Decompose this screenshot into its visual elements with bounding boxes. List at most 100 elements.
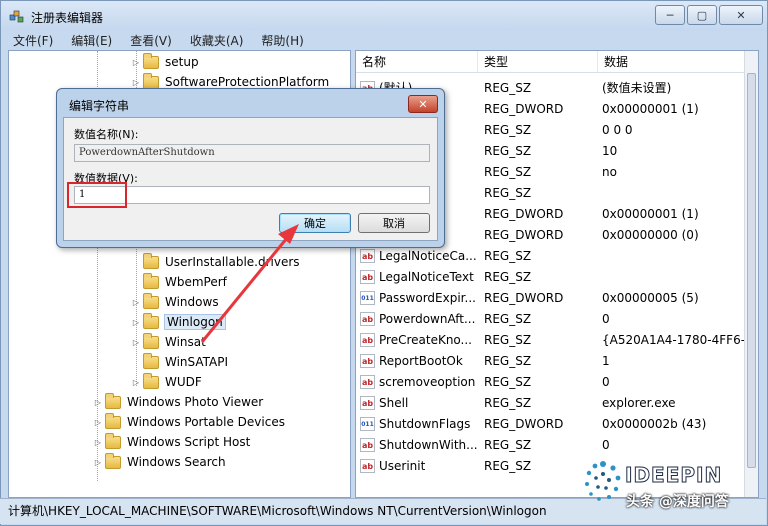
value-row[interactable]: ab ShutdownWith... REG_SZ 0 [356, 434, 758, 455]
value-row[interactable]: ab ReportBootOk REG_SZ 1 [356, 350, 758, 371]
value-type: REG_SZ [484, 122, 532, 137]
scrollbar-thumb[interactable] [747, 73, 756, 468]
highlight-box [67, 182, 127, 208]
tree-item-setup[interactable]: ▷ setup [131, 52, 199, 72]
dword-value-icon: 011 [360, 416, 375, 431]
minimize-button[interactable]: ─ [655, 5, 685, 25]
folder-icon [143, 272, 159, 289]
tree-item-winlogon[interactable]: ▷ Winlogon [131, 312, 226, 332]
menu-edit[interactable]: 编辑(E) [71, 31, 112, 51]
column-header-type[interactable]: 类型 [478, 51, 598, 72]
expand-arrow-icon[interactable]: ▷ [93, 458, 103, 467]
expand-arrow-icon[interactable]: ▷ [131, 338, 141, 347]
value-data: explorer.exe [602, 395, 676, 410]
string-value-icon: ab [360, 311, 375, 326]
watermark-caption: 头条 @深度问答 [626, 494, 729, 510]
tree-item-label: Windows Photo Viewer [127, 395, 264, 409]
tree-item-label: UserInstallable.drivers [165, 255, 300, 269]
value-name: Userinit [379, 458, 426, 473]
value-name-cell: ab Shell [356, 395, 478, 410]
tree-item-winsatapi[interactable]: WinSATAPI [131, 352, 228, 372]
folder-icon [105, 452, 121, 469]
tree-item-wbemperf[interactable]: WbemPerf [131, 272, 227, 292]
menu-bar: 文件(F) 编辑(E) 查看(V) 收藏夹(A) 帮助(H) [1, 31, 767, 51]
vertical-scrollbar[interactable] [744, 51, 758, 497]
tree-item-userinstallable-drivers[interactable]: UserInstallable.drivers [131, 252, 300, 272]
expand-arrow-icon[interactable]: ▷ [93, 398, 103, 407]
folder-icon [143, 52, 159, 69]
tree-item-windows-search[interactable]: ▷ Windows Search [93, 452, 226, 472]
string-value-icon: ab [360, 374, 375, 389]
value-name: scremoveoption [379, 374, 476, 389]
value-row[interactable]: ab Shell REG_SZ explorer.exe [356, 392, 758, 413]
folder-icon [105, 432, 121, 449]
folder-icon [143, 292, 159, 309]
folder-icon [143, 372, 159, 389]
expand-arrow-icon[interactable]: ▷ [131, 58, 141, 67]
tree-item-windows-photo-viewer[interactable]: ▷ Windows Photo Viewer [93, 392, 263, 412]
expand-arrow-icon[interactable]: ▷ [131, 318, 141, 327]
expand-arrow-icon[interactable]: ▷ [131, 78, 141, 87]
string-value-icon: ab [360, 248, 375, 263]
menu-favorites[interactable]: 收藏夹(A) [190, 31, 244, 51]
value-data: 0 0 0 [602, 122, 633, 137]
value-type: REG_DWORD [484, 416, 564, 431]
value-name-cell: ab Userinit [356, 458, 478, 473]
folder-icon [143, 252, 159, 269]
value-row[interactable]: 011 PasswordExpir... REG_DWORD 0x00000005 (… [356, 287, 758, 308]
value-name-label: 数值名称(N): [74, 128, 139, 141]
folder-icon [105, 392, 121, 409]
ok-button[interactable]: 确定 [279, 213, 351, 233]
expand-arrow-icon[interactable]: ▷ [93, 438, 103, 447]
value-type: REG_SZ [484, 248, 532, 263]
tree-item-label: SoftwareProtectionPlatform [165, 75, 330, 89]
value-name: ShutdownWith... [379, 437, 478, 452]
close-button[interactable]: ✕ [719, 5, 763, 25]
value-data-input[interactable]: 1 [74, 186, 430, 204]
value-row[interactable]: ab LegalNoticeCa... REG_SZ [356, 245, 758, 266]
menu-help[interactable]: 帮助(H) [261, 31, 303, 51]
tree-item-windows[interactable]: ▷ Windows [131, 292, 219, 312]
expand-arrow-icon[interactable]: ▷ [131, 298, 141, 307]
title-bar[interactable]: 注册表编辑器 ─ ▢ ✕ [1, 1, 767, 31]
value-data: 0x0000002b (43) [602, 416, 707, 431]
value-data: 0 [602, 374, 610, 389]
string-value-icon: ab [360, 395, 375, 410]
string-value-icon: ab [360, 458, 375, 473]
column-header-data[interactable]: 数据 [598, 51, 758, 72]
value-name: LegalNoticeText [379, 269, 474, 284]
value-name: ReportBootOk [379, 353, 463, 368]
value-type: REG_SZ [484, 353, 532, 368]
maximize-button[interactable]: ▢ [687, 5, 717, 25]
value-type: REG_SZ [484, 185, 532, 200]
folder-icon [105, 412, 121, 429]
value-row[interactable]: ab PreCreateKno... REG_SZ {A520A1A4-1780-4F… [356, 329, 758, 350]
value-name: LegalNoticeCa... [379, 248, 477, 263]
tree-item-windows-script-host[interactable]: ▷ Windows Script Host [93, 432, 250, 452]
dialog-close-button[interactable]: ✕ [408, 95, 438, 113]
menu-file[interactable]: 文件(F) [13, 31, 53, 51]
cancel-button[interactable]: 取消 [358, 213, 430, 233]
value-row[interactable]: ab scremoveoption REG_SZ 0 [356, 371, 758, 392]
tree-item-windows-portable-devices[interactable]: ▷ Windows Portable Devices [93, 412, 285, 432]
menu-view[interactable]: 查看(V) [130, 31, 172, 51]
value-row[interactable]: ab LegalNoticeText REG_SZ [356, 266, 758, 287]
tree-item-winsat[interactable]: ▷ Winsat [131, 332, 206, 352]
expand-arrow-icon[interactable]: ▷ [93, 418, 103, 427]
tree-item-wudf[interactable]: ▷ WUDF [131, 372, 202, 392]
expand-arrow-icon[interactable]: ▷ [131, 378, 141, 387]
string-value-icon: ab [360, 353, 375, 368]
value-data: 0 [602, 311, 610, 326]
value-row[interactable]: 011 ShutdownFlags REG_DWORD 0x0000002b (43) [356, 413, 758, 434]
watermark-brand: IDEEPIN [624, 463, 723, 488]
column-header-name[interactable]: 名称 [356, 51, 478, 72]
value-data: 0x00000001 (1) [602, 206, 699, 221]
value-name-cell: ab ShutdownWith... [356, 437, 478, 452]
value-data: (数值未设置) [602, 81, 672, 95]
dialog-title: 编辑字符串 [69, 99, 130, 113]
tree-item-label: Windows Search [127, 455, 226, 469]
value-row[interactable]: ab PowerdownAft... REG_SZ 0 [356, 308, 758, 329]
value-data: {A520A1A4-1780-4FF6-B [602, 332, 753, 347]
value-type: REG_DWORD [484, 206, 564, 221]
folder-icon [143, 332, 159, 349]
